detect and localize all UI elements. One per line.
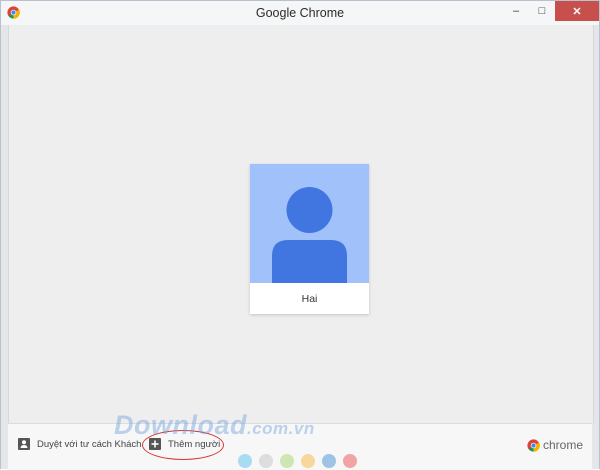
chrome-brand-label: chrome bbox=[542, 438, 583, 452]
color-dots-row bbox=[238, 454, 357, 468]
chrome-logo-icon bbox=[527, 438, 540, 452]
chrome-logo-icon bbox=[7, 6, 20, 19]
maximize-button[interactable]: □ bbox=[529, 1, 555, 21]
add-person-button[interactable]: Thêm người bbox=[149, 438, 220, 450]
profile-picker-area: Hai bbox=[8, 25, 594, 423]
color-dot bbox=[301, 454, 315, 468]
color-dot bbox=[322, 454, 336, 468]
browse-as-guest-label: Duyệt với tư cách Khách bbox=[37, 438, 142, 450]
chrome-brand: chrome bbox=[527, 438, 583, 452]
add-person-label: Thêm người bbox=[168, 438, 221, 450]
window-left-border bbox=[1, 25, 8, 469]
minimize-button[interactable]: – bbox=[503, 1, 529, 21]
window-controls: – □ ✕ bbox=[503, 1, 599, 21]
color-dot bbox=[343, 454, 357, 468]
profile-name: Hai bbox=[301, 292, 318, 305]
bottom-bar: Duyệt với tư cách Khách Thêm người chrom… bbox=[8, 423, 592, 470]
person-avatar-icon bbox=[272, 187, 347, 283]
avatar bbox=[250, 164, 369, 283]
add-person-icon bbox=[149, 438, 168, 450]
chrome-profile-window: Google Chrome – □ ✕ Hai Duyệt với tư các… bbox=[0, 0, 600, 470]
window-title: Google Chrome bbox=[255, 6, 345, 20]
color-dot bbox=[259, 454, 273, 468]
title-bar[interactable]: Google Chrome – □ ✕ bbox=[1, 1, 599, 25]
guest-person-icon bbox=[18, 438, 37, 450]
color-dot bbox=[238, 454, 252, 468]
browse-as-guest-button[interactable]: Duyệt với tư cách Khách bbox=[18, 438, 141, 450]
close-button[interactable]: ✕ bbox=[555, 1, 599, 21]
profile-card[interactable]: Hai bbox=[250, 164, 369, 314]
color-dot bbox=[280, 454, 294, 468]
